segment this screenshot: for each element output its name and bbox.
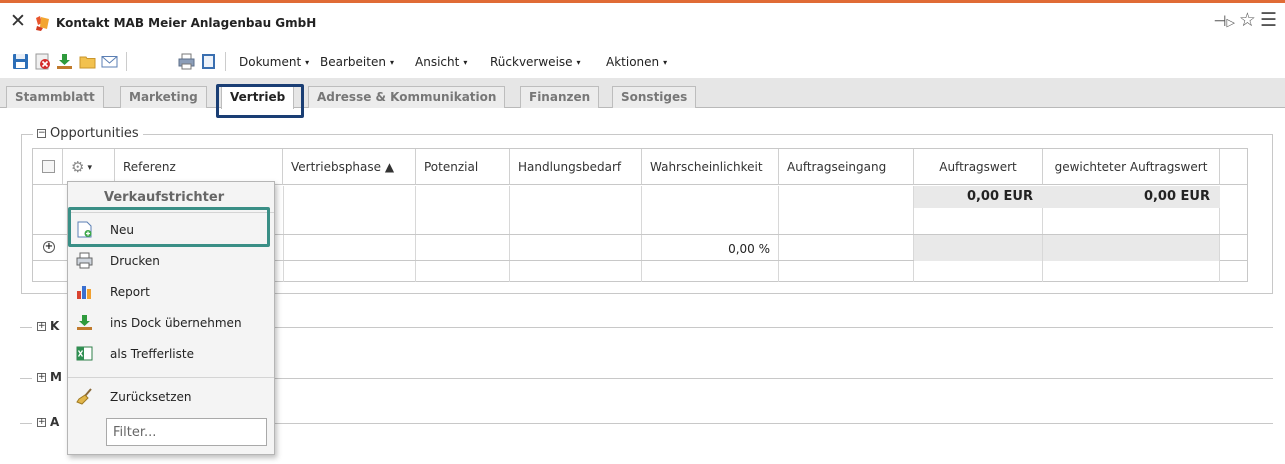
column-header-wahrscheinlichkeit[interactable]: Wahrscheinlichkeit: [642, 149, 779, 185]
tab-finanzen[interactable]: Finanzen: [520, 86, 600, 108]
dock-download-icon[interactable]: [56, 53, 73, 70]
contact-logo-icon: [36, 16, 49, 31]
section-divider: [270, 327, 1273, 328]
gear-icon[interactable]: ⚙: [71, 158, 84, 176]
tab-marketing[interactable]: Marketing: [120, 86, 207, 108]
grid-cell: [33, 186, 63, 234]
menu-divider: [68, 377, 274, 378]
column-header-gewichteter-auftragswert[interactable]: gewichteter Auftragswert: [1043, 149, 1220, 185]
section-label: K: [50, 319, 60, 333]
select-all-header: [33, 149, 63, 185]
total-auftragswert: 0,00 EUR: [914, 186, 1043, 208]
expand-icon[interactable]: +: [37, 322, 46, 331]
pin-icon[interactable]: ⊣▷: [1213, 11, 1235, 30]
chevron-down-icon: ▾: [576, 58, 581, 67]
window-titlebar: ✕ Kontakt MAB Meier Anlagenbau GmbH ⊣▷ ☆…: [0, 3, 1285, 44]
column-header-referenz[interactable]: Referenz: [115, 149, 283, 185]
chevron-down-icon: ▾: [87, 163, 92, 173]
tab-stammblatt[interactable]: Stammblatt: [6, 86, 104, 108]
menu-ansicht[interactable]: Ansicht ▾: [415, 55, 467, 69]
chevron-down-icon: ▾: [305, 58, 310, 67]
section-divider: [20, 327, 32, 328]
printer-icon: [76, 252, 93, 269]
window-title: Kontakt MAB Meier Anlagenbau GmbH: [56, 16, 317, 30]
grid-settings-header[interactable]: ⚙ ▾: [63, 149, 115, 185]
save-icon[interactable]: [12, 53, 29, 70]
chevron-down-icon: ▾: [663, 58, 668, 67]
hamburger-menu-icon[interactable]: ☰: [1260, 11, 1277, 30]
section-divider: [20, 423, 32, 424]
menu-aktionen[interactable]: Aktionen ▾: [606, 55, 667, 69]
select-all-checkbox[interactable]: [42, 160, 55, 173]
chevron-down-icon: ▾: [463, 58, 468, 67]
toolbar: Dokument ▾ Bearbeiten ▾ Ansicht ▾ Rückverwe…: [0, 44, 1285, 78]
close-icon[interactable]: ✕: [10, 12, 26, 31]
section-label: A: [50, 415, 60, 429]
menu-item-als-trefferliste[interactable]: als Trefferliste: [68, 340, 274, 368]
column-header-auftragseingang[interactable]: Auftragseingang: [779, 149, 914, 185]
neu-item-highlight: [68, 207, 270, 247]
section-divider: [270, 378, 1273, 379]
column-header-vertriebsphase[interactable]: Vertriebsphase ▲: [283, 149, 416, 185]
email-icon[interactable]: [101, 53, 118, 70]
chevron-down-icon: ▾: [389, 58, 394, 67]
menu-dokument[interactable]: Dokument ▾: [239, 55, 309, 69]
menu-item-report[interactable]: Report: [68, 278, 274, 306]
broom-icon: [76, 388, 92, 405]
bar-chart-icon: [77, 286, 91, 299]
star-icon[interactable]: ☆: [1239, 11, 1256, 30]
column-header-handlungsbedarf[interactable]: Handlungsbedarf: [510, 149, 642, 185]
tab-sonstiges[interactable]: Sonstiges: [612, 86, 697, 108]
grid-cell: [1043, 235, 1220, 261]
section-divider: [270, 423, 1273, 424]
menu-item-zuruecksetzen[interactable]: Zurücksetzen: [68, 383, 274, 411]
print-icon[interactable]: [178, 53, 195, 70]
dock-download-icon: [77, 315, 92, 330]
section-label: M: [50, 370, 62, 384]
menu-rueckverweise[interactable]: Rückverweise ▾: [490, 55, 581, 69]
menu-item-label: Report: [110, 285, 150, 299]
menu-item-ins-dock[interactable]: ins Dock übernehmen: [68, 309, 274, 337]
total-gewichteter-auftragswert: 0,00 EUR: [1043, 186, 1220, 208]
active-tab-highlight: [216, 84, 304, 118]
delete-icon[interactable]: [34, 53, 51, 70]
column-header-auftragswert[interactable]: Auftragswert: [914, 149, 1043, 185]
menu-header: Verkaufstrichter: [104, 190, 225, 205]
notepad-icon[interactable]: [200, 53, 217, 70]
section-divider: [20, 378, 32, 379]
toolbar-separator: [225, 52, 226, 71]
excel-list-icon: [76, 346, 93, 361]
column-header-filler: [1220, 149, 1247, 185]
menu-item-label: Zurücksetzen: [110, 390, 192, 404]
expand-row-icon[interactable]: +: [43, 241, 55, 253]
grid-cell: [914, 235, 1043, 261]
opportunities-legend[interactable]: − Opportunities: [33, 126, 143, 141]
window-actions: ⊣▷ ☆ ☰: [1213, 11, 1277, 30]
collapse-icon[interactable]: −: [37, 129, 46, 138]
menu-item-label: als Trefferliste: [110, 347, 194, 361]
opportunities-title: Opportunities: [50, 126, 139, 141]
menu-item-drucken[interactable]: Drucken: [68, 247, 274, 275]
expand-icon[interactable]: +: [37, 373, 46, 382]
menu-item-label: Drucken: [110, 254, 160, 268]
tab-adresse-kommunikation[interactable]: Adresse & Kommunikation: [308, 86, 506, 108]
column-header-potenzial[interactable]: Potenzial: [416, 149, 510, 185]
menu-item-label: ins Dock übernehmen: [110, 316, 242, 330]
folder-icon[interactable]: [79, 53, 96, 70]
menu-bearbeiten[interactable]: Bearbeiten ▾: [320, 55, 394, 69]
row-wahrscheinlichkeit: 0,00 %: [728, 242, 770, 256]
toolbar-separator: [126, 52, 127, 71]
menu-filter-input[interactable]: [106, 418, 267, 446]
expand-icon[interactable]: +: [37, 418, 46, 427]
tab-bar: Stammblatt Marketing Vertrieb Adresse & …: [0, 78, 1285, 109]
